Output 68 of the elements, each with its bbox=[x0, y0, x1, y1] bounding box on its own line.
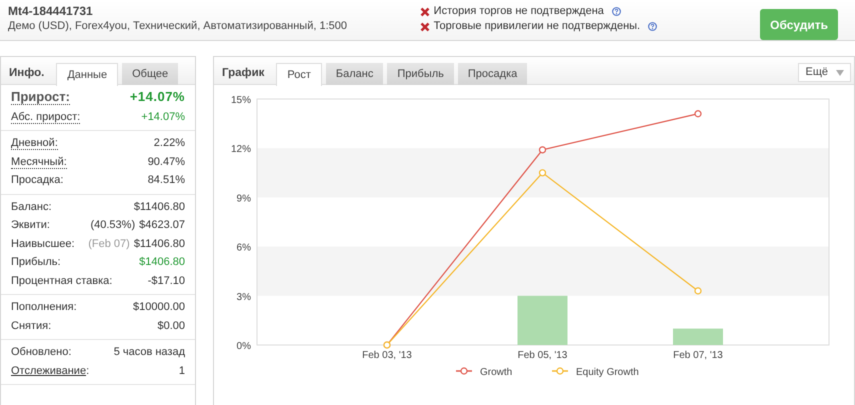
point bbox=[694, 287, 702, 294]
tab[interactable]: Данные bbox=[56, 63, 118, 86]
y-tick-label: 0% bbox=[236, 341, 251, 352]
stat-label: Снятия: bbox=[11, 320, 52, 332]
legend-marker-icon bbox=[456, 367, 472, 375]
y-tick-label: 6% bbox=[236, 242, 251, 254]
point bbox=[694, 110, 702, 118]
y-tick-label: 3% bbox=[236, 292, 251, 303]
stat-value: 90.47% bbox=[148, 156, 185, 168]
y-tick-label: 15% bbox=[230, 95, 251, 106]
stat-value: -$17.10 bbox=[148, 274, 185, 286]
tab[interactable]: Рост bbox=[276, 63, 322, 86]
account-details: Демо (USD), Forex4you, Технический, Автоматизированный, 1:500 bbox=[8, 19, 348, 33]
bar bbox=[673, 328, 723, 345]
stat-value: $0.00 bbox=[157, 320, 185, 332]
stat-value: 84.51% bbox=[148, 174, 185, 186]
help-icon[interactable] bbox=[648, 22, 658, 31]
stat-note: (Feb 07) bbox=[88, 238, 130, 250]
x-tick-label: Feb 03, '13 bbox=[362, 350, 412, 361]
x-tick-label: Feb 05, '13 bbox=[518, 350, 568, 361]
legend-marker-icon bbox=[552, 367, 568, 375]
stat-label: Баланс: bbox=[11, 200, 52, 212]
x-tick-label: Feb 07, '13 bbox=[673, 350, 723, 361]
more-dropdown[interactable]: Ещё bbox=[798, 63, 851, 82]
stat-value: $1406.80 bbox=[139, 256, 185, 268]
caret-icon bbox=[836, 70, 844, 76]
stat-label: Просадка: bbox=[11, 174, 64, 186]
stat-label: Прибыль: bbox=[11, 256, 61, 268]
stat-label: Наивысшее: bbox=[11, 238, 75, 250]
stat-value: 1 bbox=[178, 364, 185, 376]
point bbox=[538, 146, 546, 154]
warning-text: Торговые привилегии не подтверждены. bbox=[434, 19, 640, 34]
legend-label: Equity Growth bbox=[576, 367, 639, 378]
stat-label: Процентная ставка: bbox=[11, 274, 112, 286]
tracking-link[interactable]: Отслеживание bbox=[11, 364, 86, 376]
stat-label: Эквити: bbox=[11, 219, 50, 231]
tab[interactable]: Просадка bbox=[458, 63, 528, 85]
tab[interactable]: Прибыль bbox=[387, 63, 454, 85]
stat-value: 5 часов назад bbox=[114, 346, 185, 358]
stat-value: $4623.07 bbox=[139, 219, 185, 231]
stat-label: Обновлено: bbox=[11, 346, 72, 358]
error-icon bbox=[420, 6, 430, 16]
help-icon[interactable] bbox=[612, 6, 621, 16]
y-tick-label: 9% bbox=[236, 193, 251, 204]
account-title: Mt4-184441731 bbox=[8, 4, 94, 19]
panel-title: Инфо. bbox=[9, 66, 44, 81]
stat-value: $10000.00 bbox=[133, 301, 185, 313]
y-tick-label: 12% bbox=[230, 144, 251, 156]
stat-value: $11406.80 bbox=[134, 238, 185, 250]
stat-value: $11406.80 bbox=[134, 200, 185, 212]
warning-text: История торгов не подтверждена bbox=[434, 4, 604, 19]
tab[interactable]: Общее bbox=[122, 63, 178, 85]
panel-title: График bbox=[222, 66, 264, 81]
stat-label: Прирост: bbox=[11, 89, 70, 105]
legend-label: Growth bbox=[480, 367, 512, 378]
stat-label: Абс. прирост: bbox=[11, 110, 80, 124]
stat-value: +14.07% bbox=[130, 89, 185, 104]
point bbox=[538, 169, 546, 176]
stat-label: Месячный: bbox=[11, 156, 67, 168]
stat-label: Пополнения: bbox=[11, 301, 77, 313]
stat-value: +14.07% bbox=[141, 110, 185, 122]
colon-text: : bbox=[86, 364, 90, 376]
stat-value: 2.22% bbox=[154, 137, 185, 149]
stat-label: Дневной: bbox=[11, 137, 58, 150]
error-icon bbox=[420, 22, 430, 32]
stat-note: (40.53%) bbox=[90, 219, 136, 231]
tab[interactable]: Баланс bbox=[326, 63, 384, 85]
bar bbox=[518, 296, 568, 345]
